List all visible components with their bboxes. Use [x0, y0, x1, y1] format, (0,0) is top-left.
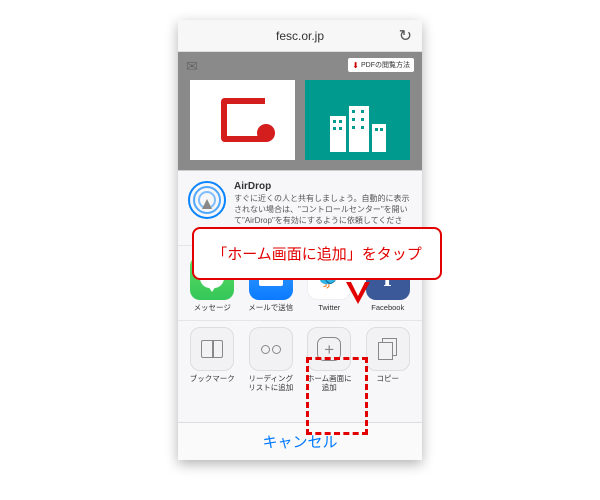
cancel-button[interactable]: キャンセル — [178, 422, 422, 460]
url-bar[interactable]: fesc.or.jp ↻ — [178, 20, 422, 52]
cancel-label: キャンセル — [262, 431, 337, 452]
tile-logo[interactable] — [190, 80, 295, 160]
action-label: ブックマーク — [190, 374, 235, 383]
share-label: メールで送信 — [248, 303, 293, 312]
pdf-badge-label: PDFの閲覧方法 — [361, 60, 410, 70]
actions-row[interactable]: ブックマーク リーディングリストに追加 + ホーム画面に追加 コピー — [178, 321, 422, 398]
share-label: メッセージ — [194, 303, 231, 312]
plus-icon: + — [307, 327, 351, 371]
callout-tail-icon — [346, 282, 370, 304]
reload-icon[interactable]: ↻ — [399, 26, 412, 46]
url-text: fesc.or.jp — [276, 29, 324, 43]
action-label: コピー — [377, 374, 400, 383]
airdrop-icon — [188, 181, 226, 219]
action-copy[interactable]: コピー — [364, 327, 413, 392]
instruction-callout: 「ホーム画面に追加」をタップ — [192, 227, 442, 280]
tile-buildings[interactable] — [305, 80, 410, 160]
bookmark-icon — [190, 327, 234, 371]
share-sheet: AirDrop すぐに近くの人と共有しましょう。自動的に表示されない場合は、"コ… — [178, 170, 422, 460]
copy-icon — [366, 327, 410, 371]
pdf-badge[interactable]: ⬇ PDFの閲覧方法 — [348, 58, 414, 72]
pdf-icon: ⬇ — [352, 61, 359, 70]
action-reading-list[interactable]: リーディングリストに追加 — [247, 327, 296, 392]
glasses-icon — [249, 327, 293, 371]
share-label: Twitter — [318, 303, 340, 312]
action-bookmark[interactable]: ブックマーク — [188, 327, 237, 392]
action-label: ホーム画面に追加 — [305, 374, 354, 392]
share-label: Facebook — [371, 303, 404, 312]
logo-icon — [221, 98, 265, 142]
buildings-icon — [330, 106, 386, 152]
action-add-to-home[interactable]: + ホーム画面に追加 — [305, 327, 354, 392]
airdrop-title: AirDrop — [234, 181, 412, 192]
action-label: リーディングリストに追加 — [247, 374, 296, 392]
envelope-icon[interactable]: ✉ — [186, 58, 198, 75]
page-background: ✉ ⬇ PDFの閲覧方法 — [178, 52, 422, 170]
callout-text: 「ホーム画面に追加」をタップ — [212, 246, 422, 263]
